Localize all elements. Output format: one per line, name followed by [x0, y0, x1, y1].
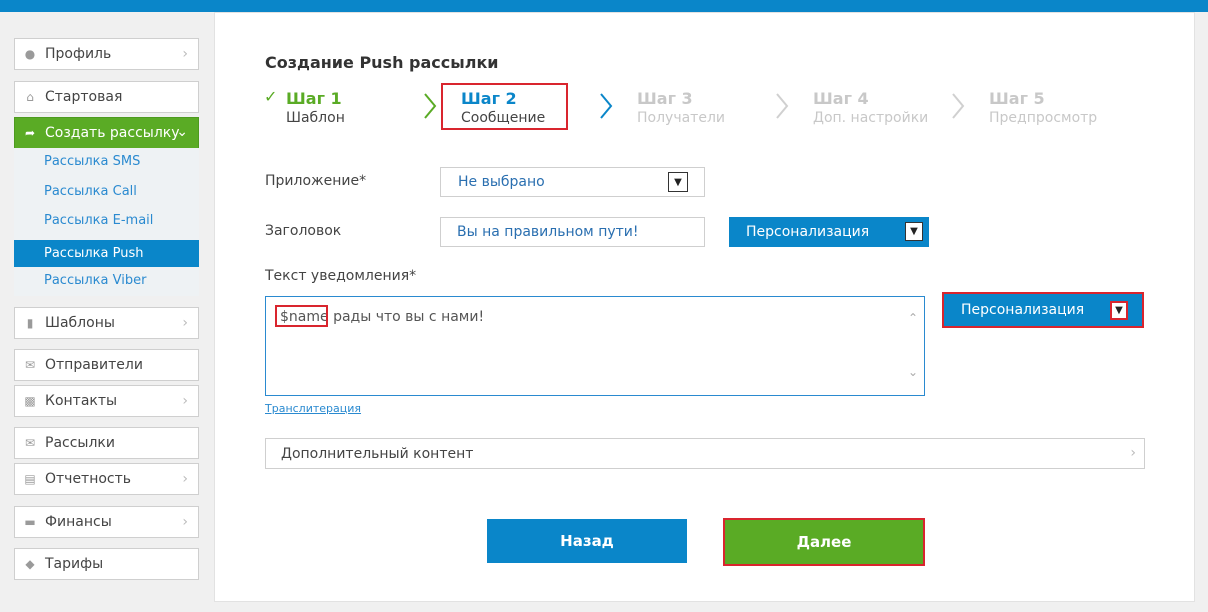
- sidebar-item-label: Профиль: [45, 46, 112, 62]
- next-button[interactable]: Далее: [723, 518, 925, 566]
- chevron-right-icon: ›: [182, 393, 188, 409]
- text-label: Текст уведомления*: [265, 268, 417, 284]
- sidebar-item-label: Финансы: [45, 514, 112, 530]
- sidebar-item-home[interactable]: ⌂ Стартовая: [14, 81, 199, 113]
- sidebar-item-label: Создать рассылку: [45, 125, 180, 141]
- sidebar-item-label: Тарифы: [45, 556, 104, 572]
- step-title: Шаг 3: [637, 89, 693, 108]
- chevron-down-icon: ▼: [668, 172, 688, 192]
- step-subtitle: Сообщение: [461, 110, 546, 126]
- chevron-right-icon: ›: [182, 315, 188, 331]
- envelope-icon: ✉: [24, 436, 36, 450]
- step-5[interactable]: Шаг 5 Предпросмотр: [989, 89, 1097, 126]
- sender-icon: ✉: [24, 358, 36, 372]
- personalization-label: Персонализация: [746, 224, 870, 240]
- report-icon: ▤: [24, 472, 36, 486]
- sidebar-item-label: Стартовая: [45, 89, 123, 105]
- step-1[interactable]: ✓ Шаг 1 Шаблон: [264, 87, 345, 126]
- transliteration-link[interactable]: Транслитерация: [265, 402, 361, 415]
- sidebar-item-label: Шаблоны: [45, 315, 115, 331]
- contacts-icon: ▩: [24, 394, 36, 408]
- step-subtitle: Шаблон: [286, 110, 345, 126]
- scroll-down-icon[interactable]: ⌄: [908, 365, 918, 379]
- submenu-item-viber[interactable]: Рассылка Viber: [14, 267, 199, 294]
- sidebar-item-profile[interactable]: ● Профиль ›: [14, 38, 199, 70]
- app-select-value: Не выбрано: [458, 174, 545, 190]
- sidebar-item-senders[interactable]: ✉ Отправители: [14, 349, 199, 381]
- step-subtitle: Доп. настройки: [813, 110, 929, 126]
- document-icon: ▮: [26, 316, 34, 330]
- sidebar-item-contacts[interactable]: ▩ Контакты ›: [14, 385, 199, 417]
- step-2[interactable]: Шаг 2 Сообщение: [461, 89, 545, 126]
- chevron-right-icon: ›: [182, 471, 188, 487]
- step-title: Шаг 4: [813, 89, 869, 108]
- step-chevron-icon: [599, 93, 613, 119]
- step-subtitle: Предпросмотр: [989, 110, 1098, 126]
- chevron-right-icon: ›: [182, 514, 188, 530]
- create-mailing-submenu: Рассылка SMS Рассылка Call Рассылка E-ma…: [14, 148, 199, 296]
- main-panel: Создание Push рассылки ✓ Шаг 1 Шаблон Ша…: [214, 12, 1195, 602]
- step-4[interactable]: Шаг 4 Доп. настройки: [813, 89, 928, 126]
- sidebar-item-tariffs[interactable]: ◆ Тарифы: [14, 548, 199, 580]
- app-select[interactable]: Не выбрано ▼: [440, 167, 705, 197]
- top-bar: [0, 0, 1208, 12]
- submenu-item-push[interactable]: Рассылка Push: [14, 240, 199, 267]
- variable-highlight: [275, 305, 328, 327]
- header-input[interactable]: Вы на правильном пути!: [440, 217, 705, 247]
- step-chevron-icon: [423, 93, 437, 119]
- submenu-item-call[interactable]: Рассылка Call: [14, 178, 199, 205]
- step-title: Шаг 5: [989, 89, 1045, 108]
- share-arrow-icon: ➦: [24, 126, 36, 140]
- step-chevron-icon: [775, 93, 789, 119]
- accordion-label: Дополнительный контент: [281, 445, 474, 462]
- step-subtitle: Получатели: [637, 110, 725, 126]
- chevron-right-icon: ›: [182, 46, 188, 62]
- sidebar-item-finance[interactable]: ▬ Финансы ›: [14, 506, 199, 538]
- scroll-up-icon[interactable]: ⌃: [908, 311, 918, 325]
- sidebar-item-label: Отправители: [45, 357, 143, 373]
- sidebar-item-label: Отчетность: [45, 471, 132, 487]
- chevron-down-icon: ▼: [905, 222, 923, 241]
- chevron-right-icon: ›: [1130, 445, 1136, 461]
- header-label: Заголовок: [265, 223, 342, 239]
- step-3[interactable]: Шаг 3 Получатели: [637, 89, 725, 126]
- sidebar-item-create-mailing[interactable]: ➦ Создать рассылку ⌄: [14, 117, 199, 149]
- chevron-down-icon: ▼: [1110, 301, 1128, 320]
- sidebar-item-label: Рассылки: [45, 435, 115, 451]
- submenu-item-email[interactable]: Рассылка E-mail: [14, 207, 199, 234]
- wallet-icon: ▬: [24, 515, 36, 529]
- check-icon: ✓: [264, 87, 278, 106]
- back-button[interactable]: Назад: [487, 519, 687, 563]
- extra-content-accordion[interactable]: Дополнительный контент ›: [265, 438, 1145, 469]
- personalization-button-header[interactable]: Персонализация ▼: [729, 217, 929, 247]
- step-chevron-icon: [951, 93, 965, 119]
- page-title: Создание Push рассылки: [265, 53, 499, 72]
- sidebar-item-label: Контакты: [45, 393, 118, 409]
- submenu-item-sms[interactable]: Рассылка SMS: [14, 148, 199, 175]
- sidebar-item-reports[interactable]: ▤ Отчетность ›: [14, 463, 199, 495]
- sidebar-item-mailings[interactable]: ✉ Рассылки: [14, 427, 199, 459]
- notification-text: рады что вы с нами!: [328, 309, 485, 325]
- home-icon: ⌂: [26, 90, 34, 104]
- app-label: Приложение*: [265, 173, 367, 189]
- step-title: Шаг 1: [286, 89, 342, 108]
- sidebar-item-templates[interactable]: ▮ Шаблоны ›: [14, 307, 199, 339]
- tag-icon: ◆: [25, 557, 35, 571]
- step-title: Шаг 2: [461, 89, 517, 108]
- chevron-down-icon: ⌄: [176, 124, 188, 140]
- personalization-button-text[interactable]: Персонализация ▼: [942, 292, 1144, 328]
- personalization-label: Персонализация: [961, 302, 1085, 318]
- user-icon: ●: [24, 47, 36, 61]
- notification-text-area[interactable]: $name рады что вы с нами! ⌃ ⌄: [265, 296, 925, 396]
